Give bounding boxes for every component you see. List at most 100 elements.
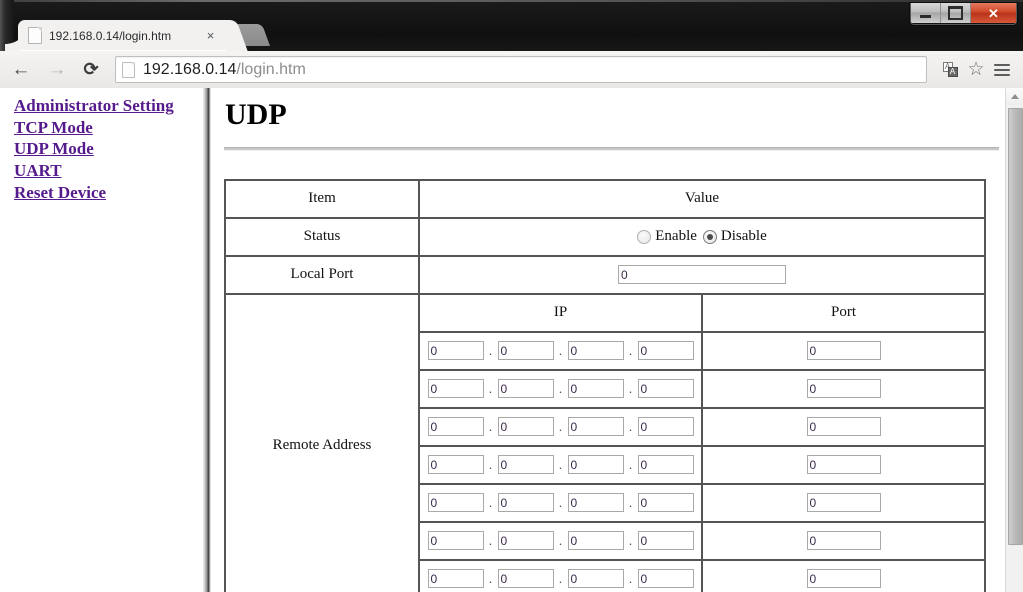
- radio-enable-icon[interactable]: [637, 229, 652, 244]
- remote-port-input[interactable]: [806, 455, 881, 474]
- remote-ip-octet-2[interactable]: [497, 569, 554, 588]
- remote-ip-octet-2[interactable]: [497, 455, 554, 474]
- sidebar-link-reset-device[interactable]: Reset Device: [14, 183, 106, 202]
- remote-ip-octet-3[interactable]: [567, 341, 624, 360]
- titlebar-highlight: [0, 0, 1023, 2]
- remote-ip-octet-3[interactable]: [567, 379, 624, 398]
- remote-ip-cell: . . .: [418, 368, 703, 409]
- ip-separator: .: [558, 494, 563, 510]
- window-controls: ✕: [910, 3, 1017, 25]
- table-row-status: Status Enable Disable: [224, 216, 986, 257]
- sidebar-item-administrator-setting[interactable]: Administrator Setting: [14, 96, 203, 117]
- remote-port-input[interactable]: [806, 531, 881, 550]
- close-tab-button[interactable]: ×: [203, 28, 218, 43]
- content-frame: UDP Item Value Status Enable Disable Loc…: [211, 88, 1023, 592]
- radio-enable-label: Enable: [655, 228, 697, 244]
- ip-separator: .: [558, 456, 563, 472]
- reload-button[interactable]: ⟳: [76, 56, 106, 84]
- forward-button[interactable]: →: [42, 56, 72, 84]
- ip-separator: .: [628, 532, 633, 548]
- remote-ip-octet-1[interactable]: [427, 341, 484, 360]
- ip-separator: .: [628, 570, 633, 586]
- remote-port-cell: [701, 444, 986, 485]
- frameset-divider[interactable]: [203, 88, 211, 592]
- back-button[interactable]: ←: [6, 56, 36, 84]
- local-port-value-cell: [418, 254, 986, 295]
- remote-ip-octet-4[interactable]: [637, 379, 694, 398]
- remote-ip-octet-4[interactable]: [637, 531, 694, 550]
- remote-ip-octet-4[interactable]: [637, 417, 694, 436]
- remote-ip-octet-1[interactable]: [427, 569, 484, 588]
- remote-ip-octet-2[interactable]: [497, 493, 554, 512]
- sidebar-link-uart[interactable]: UART: [14, 161, 62, 180]
- remote-ip-octet-2[interactable]: [497, 341, 554, 360]
- close-window-button[interactable]: ✕: [971, 3, 1016, 23]
- vertical-scrollbar[interactable]: [1005, 88, 1023, 592]
- remote-port-input[interactable]: [806, 341, 881, 360]
- remote-ip-octet-1[interactable]: [427, 455, 484, 474]
- scrollbar-thumb[interactable]: [1008, 108, 1023, 545]
- radio-option-enable[interactable]: Enable: [637, 228, 697, 245]
- sidebar-nav: Administrator Setting TCP Mode UDP Mode …: [0, 88, 203, 204]
- tab-title: 192.168.0.14/login.htm: [49, 28, 172, 43]
- ip-separator: .: [488, 380, 493, 396]
- minimize-button[interactable]: [911, 3, 941, 23]
- remote-ip-octet-1[interactable]: [427, 493, 484, 512]
- table-header-row: Item Value: [224, 178, 986, 219]
- header-value: Value: [418, 178, 986, 219]
- remote-port-cell: [701, 368, 986, 409]
- ip-separator: .: [628, 342, 633, 358]
- remote-ip-octet-1[interactable]: [427, 417, 484, 436]
- hamburger-menu-icon[interactable]: [989, 57, 1015, 83]
- sidebar-link-tcp-mode[interactable]: TCP Mode: [14, 118, 93, 137]
- ip-separator: .: [558, 342, 563, 358]
- header-item: Item: [224, 178, 420, 219]
- remote-ip-octet-4[interactable]: [637, 341, 694, 360]
- local-port-label: Local Port: [224, 254, 420, 295]
- remote-ip-octet-3[interactable]: [567, 493, 624, 512]
- ip-separator: .: [558, 570, 563, 586]
- ip-separator: .: [488, 570, 493, 586]
- remote-ip-octet-4[interactable]: [637, 455, 694, 474]
- radio-option-disable[interactable]: Disable: [702, 228, 767, 245]
- sidebar-link-administrator-setting[interactable]: Administrator Setting: [14, 96, 174, 115]
- remote-ip-octet-2[interactable]: [497, 531, 554, 550]
- browser-tab[interactable]: 192.168.0.14/login.htm ×: [5, 20, 226, 51]
- bookmark-star-icon[interactable]: ☆: [963, 57, 989, 83]
- ip-separator: .: [628, 456, 633, 472]
- page-icon: [28, 27, 42, 44]
- scroll-up-arrow[interactable]: [1006, 88, 1023, 105]
- remote-port-input[interactable]: [806, 379, 881, 398]
- remote-address-label: Remote Address: [224, 292, 420, 592]
- remote-ip-octet-3[interactable]: [567, 569, 624, 588]
- sidebar-item-uart[interactable]: UART: [14, 161, 203, 182]
- remote-ip-octet-3[interactable]: [567, 531, 624, 550]
- remote-port-cell: [701, 482, 986, 523]
- local-port-input[interactable]: [618, 265, 786, 284]
- remote-port-input[interactable]: [806, 493, 881, 512]
- radio-disable-icon[interactable]: [702, 229, 717, 244]
- translate-glyph-target: A: [947, 67, 958, 77]
- remote-ip-octet-4[interactable]: [637, 569, 694, 588]
- remote-ip-octet-2[interactable]: [497, 379, 554, 398]
- remote-ip-octet-1[interactable]: [427, 379, 484, 398]
- ip-separator: .: [558, 418, 563, 434]
- remote-ip-octet-3[interactable]: [567, 455, 624, 474]
- sidebar-item-reset-device[interactable]: Reset Device: [14, 183, 203, 204]
- ip-separator: .: [488, 342, 493, 358]
- maximize-button[interactable]: [941, 3, 971, 23]
- remote-ip-octet-2[interactable]: [497, 417, 554, 436]
- remote-port-input[interactable]: [806, 569, 881, 588]
- sidebar-link-udp-mode[interactable]: UDP Mode: [14, 139, 94, 158]
- sidebar-item-udp-mode[interactable]: UDP Mode: [14, 139, 203, 160]
- remote-ip-octet-4[interactable]: [637, 493, 694, 512]
- sidebar-item-tcp-mode[interactable]: TCP Mode: [14, 118, 203, 139]
- remote-port-input[interactable]: [806, 417, 881, 436]
- remote-ip-octet-1[interactable]: [427, 531, 484, 550]
- ip-separator: .: [558, 380, 563, 396]
- translate-icon[interactable]: A A: [937, 57, 963, 83]
- remote-port-cell: [701, 520, 986, 561]
- address-bar[interactable]: 192.168.0.14/login.htm: [115, 56, 927, 83]
- remote-ip-octet-3[interactable]: [567, 417, 624, 436]
- remote-ip-cell: . . .: [418, 406, 703, 447]
